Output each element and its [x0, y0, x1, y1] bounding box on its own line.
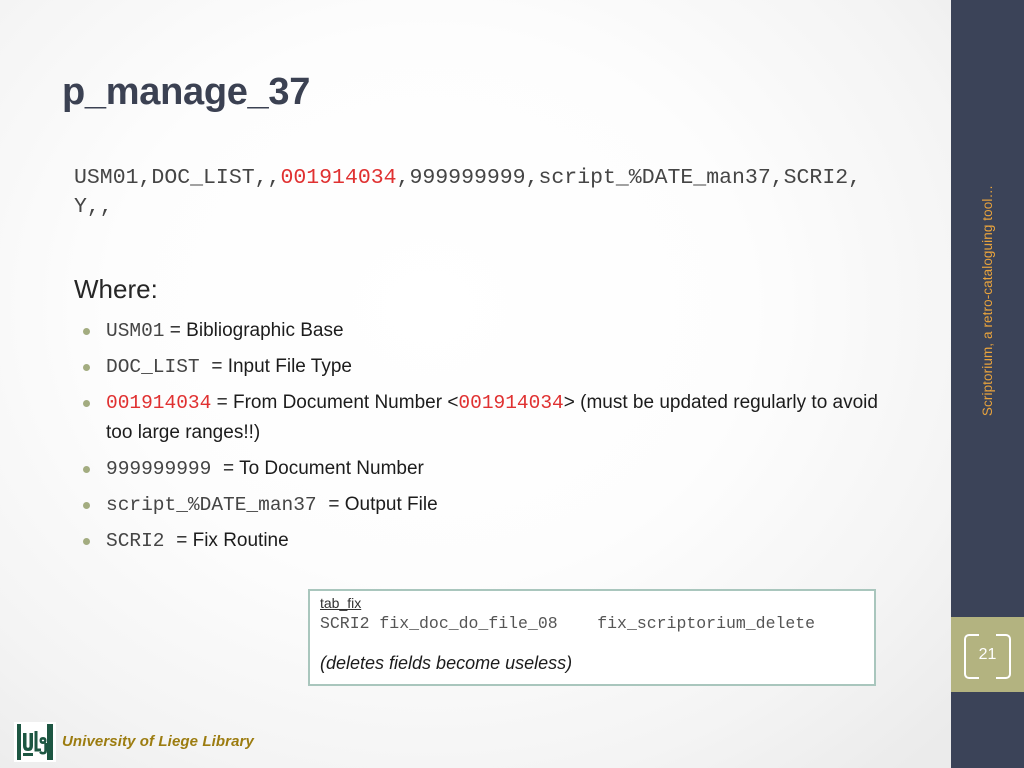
list-item: SCRI2 = Fix Routine: [74, 526, 904, 556]
bullet-dot-icon: [83, 328, 90, 335]
parameter-label: = Input File Type: [211, 356, 352, 377]
parameter-label: = To Document Number: [223, 458, 424, 479]
parameter-label: = Output File: [328, 494, 438, 515]
parameter-label: = From Document Number <: [211, 392, 459, 413]
note-box-title: tab_fix: [320, 595, 362, 611]
bullet-dot-icon: [83, 538, 90, 545]
parameter-legend-list: USM01 = Bibliographic Base DOC_LIST = In…: [74, 316, 904, 562]
sidebar-vertical-label-wrapper: Scriptorium, a retro-cataloguing tool…: [951, 0, 1024, 600]
parameter-label: = Bibliographic Base: [164, 320, 344, 341]
bullet-dot-icon: [83, 466, 90, 473]
parameter-code: 999999999: [106, 458, 224, 480]
parameter-code: DOC_LIST: [106, 356, 212, 378]
page-number-badge-inner: 21: [951, 617, 1024, 692]
command-code-line: USM01,DOC_LIST,,001914034,999999999,scri…: [74, 164, 894, 222]
note-box-code: SCRI2 fix_doc_do_file_08 fix_scriptorium…: [320, 614, 816, 633]
bracket-right-icon: [996, 634, 1011, 679]
parameter-code: script_%DATE_man37: [106, 494, 329, 516]
command-document-number-highlight: 001914034: [280, 166, 397, 190]
page-number-badge: 21: [951, 617, 1024, 692]
ulg-logo-icon: [14, 722, 56, 762]
parameter-label: = Fix Routine: [176, 530, 289, 551]
command-part-1: USM01,DOC_LIST,,: [74, 166, 281, 190]
bullet-dot-icon: [83, 400, 90, 407]
list-item: USM01 = Bibliographic Base: [74, 316, 904, 346]
parameter-code: SCRI2: [106, 530, 177, 552]
parameter-code: 001914034: [106, 392, 212, 414]
note-box-caption: (deletes fields become useless): [320, 653, 573, 673]
slide-canvas: p_manage_37 USM01,DOC_LIST,,001914034,99…: [0, 0, 1024, 768]
page-title: p_manage_37: [62, 71, 311, 113]
parameter-label-inline-code: 001914034: [458, 392, 564, 414]
list-item: script_%DATE_man37 = Output File: [74, 490, 904, 520]
bullet-dot-icon: [83, 502, 90, 509]
list-item: 001914034 = From Document Number <001914…: [74, 388, 904, 448]
bullet-dot-icon: [83, 364, 90, 371]
page-number: 21: [978, 645, 997, 663]
parameter-code: USM01: [106, 320, 165, 342]
sidebar-vertical-label: Scriptorium, a retro-cataloguing tool…: [980, 184, 995, 416]
list-item: 999999999 = To Document Number: [74, 454, 904, 484]
footer-institution-label: University of Liege Library: [62, 733, 254, 750]
where-heading: Where:: [74, 274, 158, 304]
tab-fix-note-box: tab_fix SCRI2 fix_doc_do_file_08 fix_scr…: [308, 589, 876, 686]
list-item: DOC_LIST = Input File Type: [74, 352, 904, 382]
bracket-left-icon: [964, 634, 979, 679]
